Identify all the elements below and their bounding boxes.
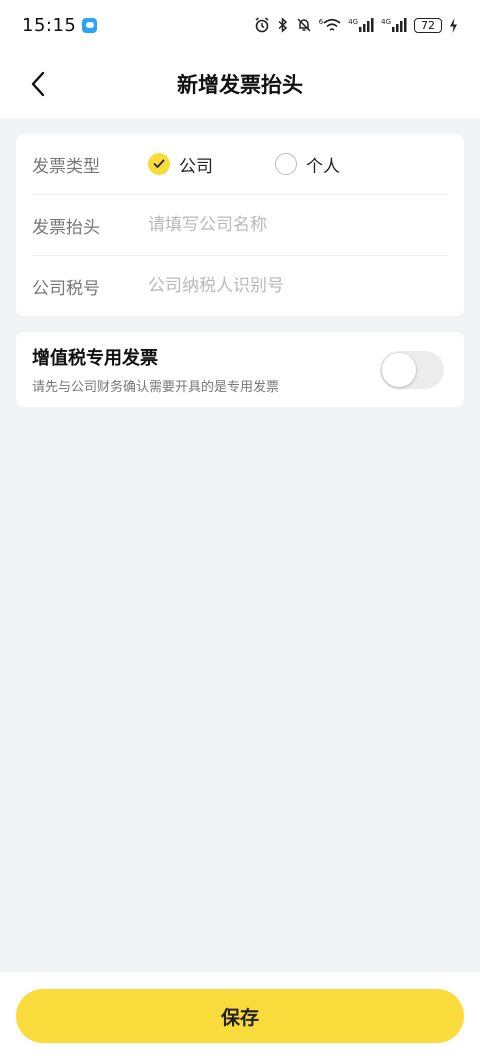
- status-left: 15:15: [22, 14, 98, 36]
- invoice-type-row: 发票类型 公司 个人: [32, 134, 448, 195]
- invoice-form-card: 发票类型 公司 个人 发票抬头 公: [16, 134, 464, 316]
- signal-icon: [359, 18, 374, 32]
- status-time: 15:15: [22, 14, 77, 36]
- signal-label-2: 4G: [381, 18, 391, 26]
- checkmark-icon: [153, 159, 165, 168]
- vat-title: 增值税专用发票: [32, 348, 158, 369]
- wifi-group: 6: [319, 18, 341, 33]
- battery-icon: 72: [414, 17, 442, 33]
- vat-invoice-card: 增值税专用发票 请先与公司财务确认需要开具的是专用发票: [16, 332, 464, 407]
- charging-icon: [450, 17, 457, 33]
- mute-bell-icon: [297, 18, 311, 32]
- status-right: 6 4G 4G 72: [254, 17, 458, 33]
- nav-bar: 新增发票抬头: [0, 50, 480, 118]
- radio-personal[interactable]: 个人: [275, 152, 340, 177]
- alarm-icon: [255, 17, 269, 33]
- wifi-icon: [323, 18, 341, 31]
- bluetooth-icon: [278, 17, 287, 33]
- tax-id-label: 公司税号: [32, 278, 100, 299]
- tax-id-input[interactable]: [148, 276, 448, 296]
- radio-company-label: 公司: [179, 156, 213, 177]
- status-bar: 15:15 6 4G 4G 72: [0, 0, 480, 50]
- company-name-input[interactable]: [148, 215, 448, 235]
- radio-company[interactable]: 公司: [148, 152, 213, 177]
- tax-id-row: 公司税号: [32, 256, 448, 316]
- invoice-type-radio-group: 公司 个人: [148, 152, 402, 177]
- message-icon: [82, 17, 98, 33]
- vat-description: 请先与公司财务确认需要开具的是专用发票: [32, 380, 280, 395]
- signal-group-2: 4G: [381, 18, 407, 32]
- checked-radio-icon: [148, 153, 170, 175]
- page-title: 新增发票抬头: [177, 73, 303, 97]
- save-button[interactable]: 保存: [16, 989, 464, 1043]
- invoice-title-row: 发票抬头: [32, 195, 448, 256]
- toggle-knob: [382, 352, 416, 387]
- radio-personal-label: 个人: [306, 156, 340, 177]
- invoice-title-label: 发票抬头: [32, 217, 100, 238]
- screen: 15:15 6 4G 4G 72 新增发票抬头 发票类型 公司 个人 发票抬头 …: [0, 0, 480, 1058]
- vat-toggle[interactable]: [380, 350, 444, 389]
- vat-text-block: 增值税专用发票 请先与公司财务确认需要开具的是专用发票: [32, 344, 279, 395]
- unchecked-radio-icon: [275, 153, 297, 175]
- signal-icon: [392, 18, 407, 32]
- signal-group-1: 4G: [348, 18, 374, 32]
- bottom-bar: 保存: [0, 972, 480, 1058]
- signal-label-1: 4G: [348, 18, 359, 26]
- invoice-type-label: 发票类型: [32, 156, 100, 177]
